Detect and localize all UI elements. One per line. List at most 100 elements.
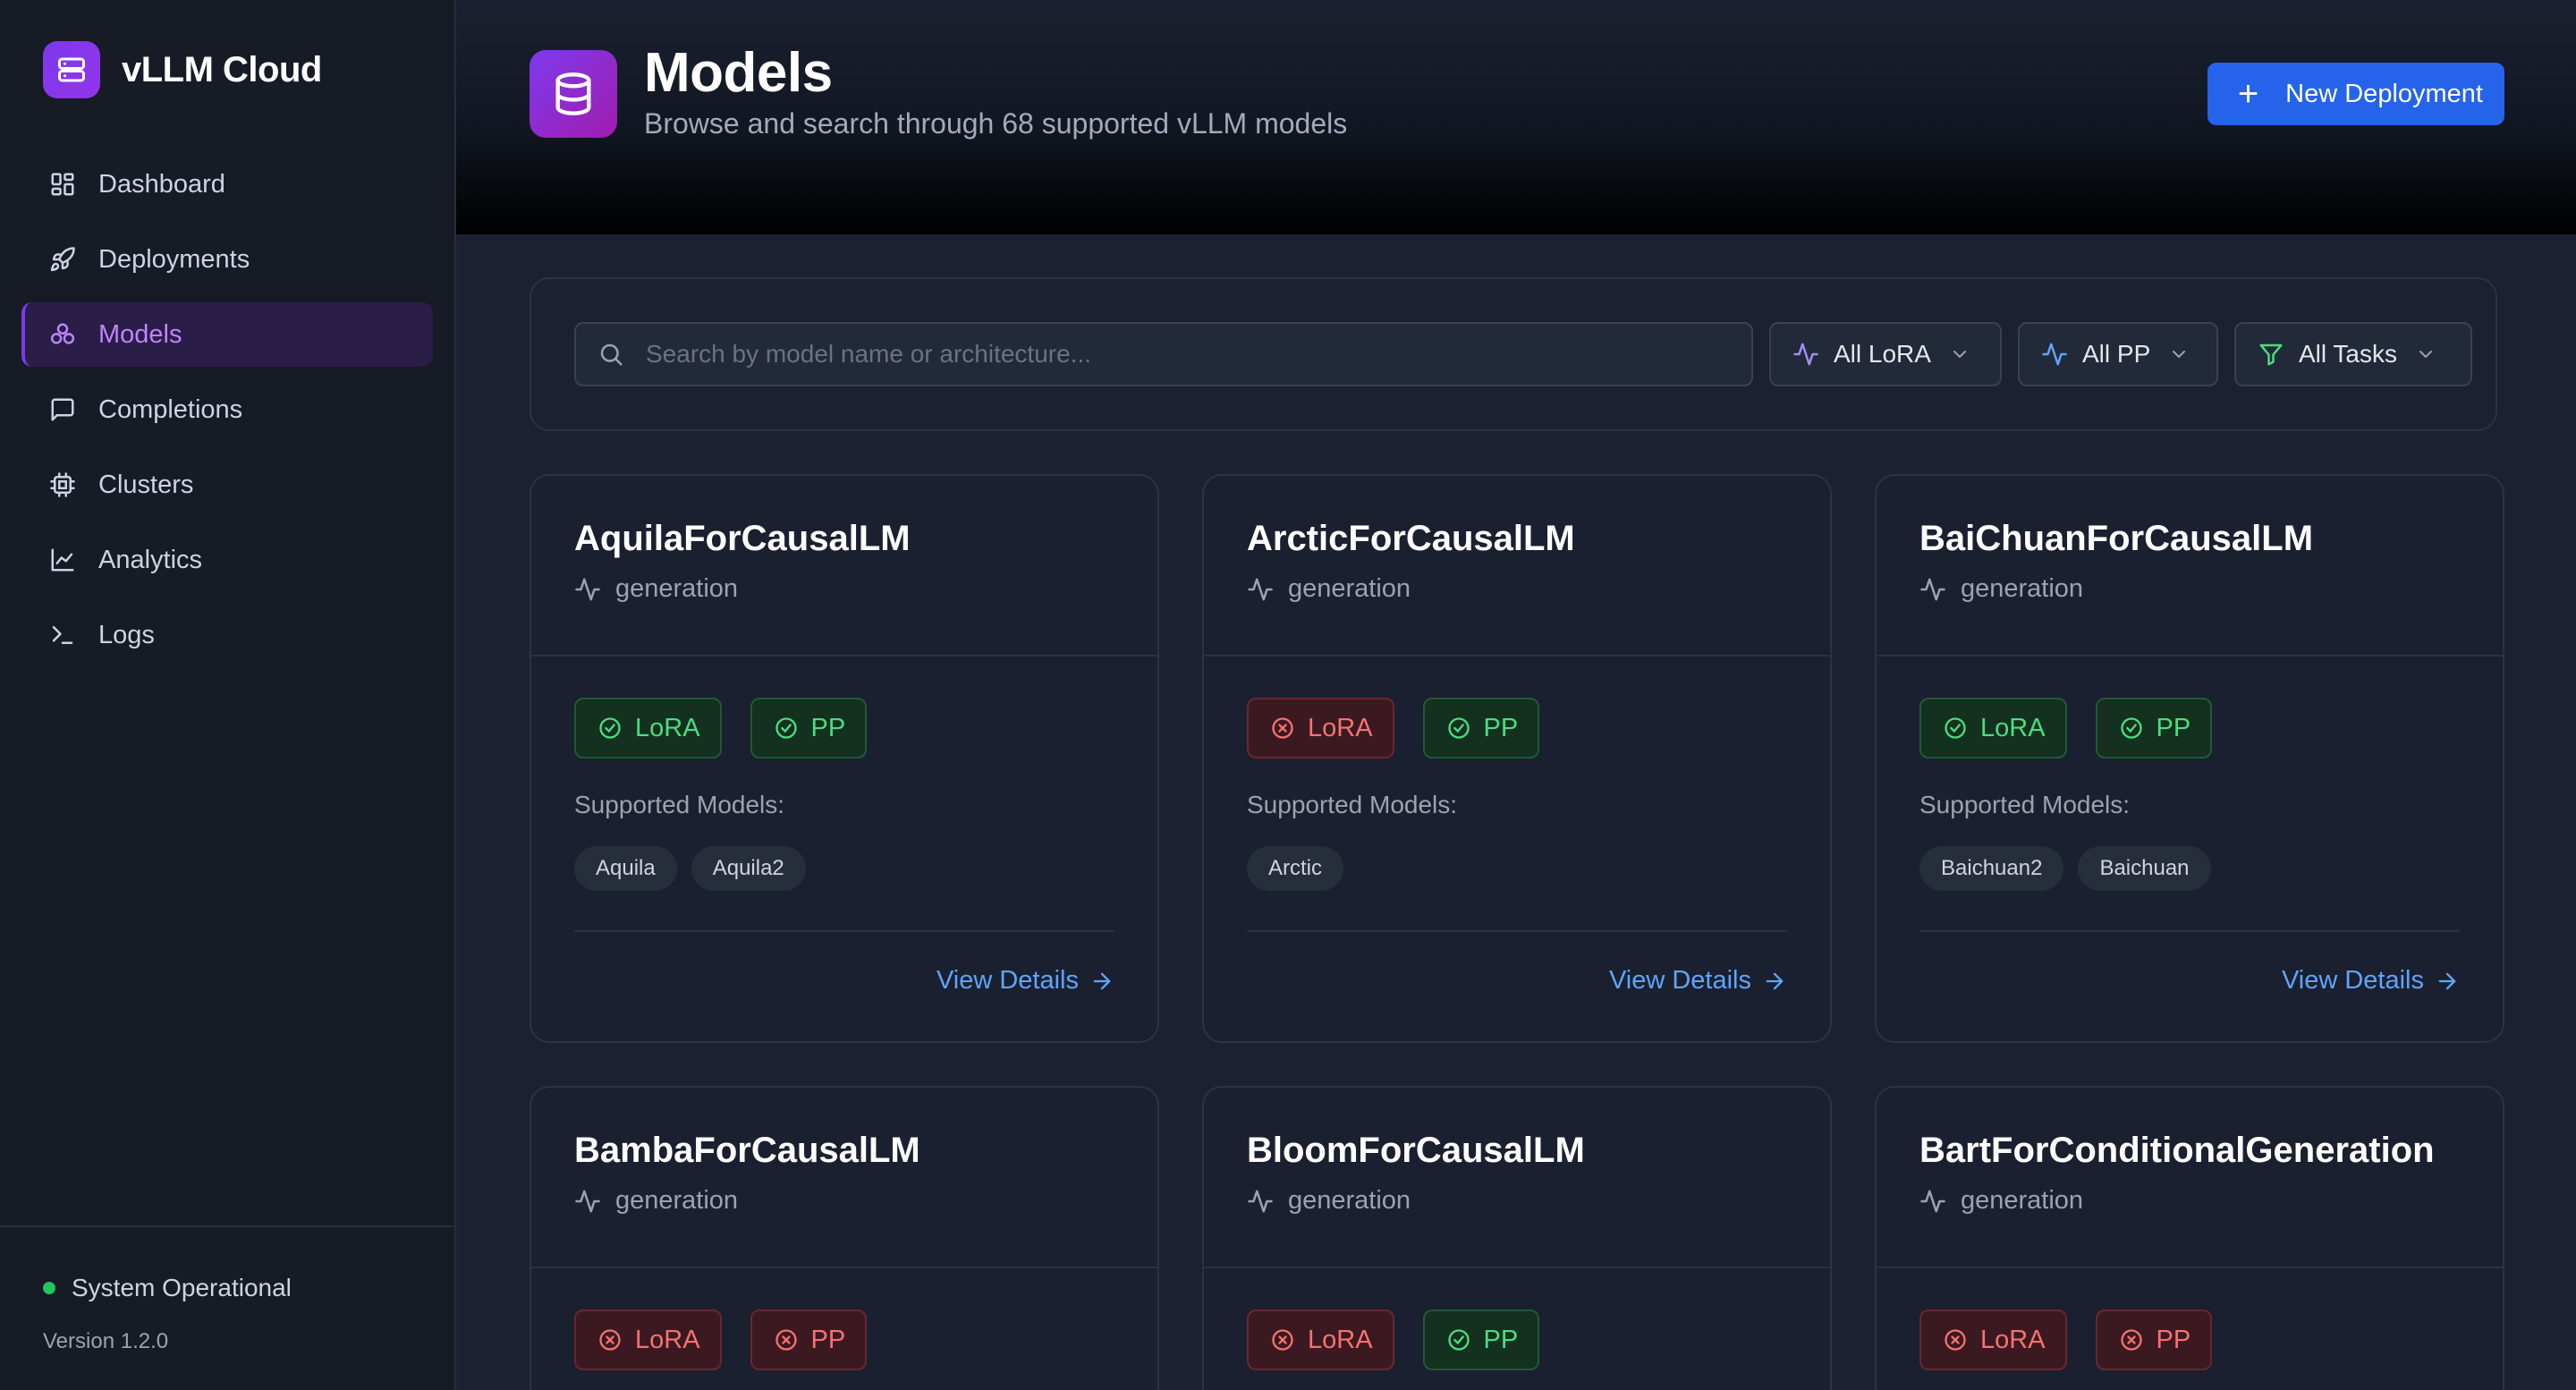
plus-icon: + [2237,74,2259,114]
badge-label: PP [2156,713,2191,742]
sidebar-item-label: Dashboard [98,169,225,199]
view-details-label: View Details [1608,966,1751,995]
activity-icon [1792,341,1819,368]
pp-unsupported-badge: PP [2095,1309,2213,1370]
lora-filter-value: All LoRA [1834,340,1931,368]
card-header: BloomForCausalLM generation [1204,1088,1830,1268]
model-task: generation [1919,1186,2083,1216]
capability-badges: LoRA PP [1247,1309,1568,1370]
search-icon [597,341,624,368]
view-details-link[interactable]: View Details [1609,966,1787,996]
x-circle-icon [774,1327,799,1352]
dashboard-icon [47,168,79,200]
model-name: BaiChuanForCausalLM [1919,519,2314,558]
check-circle-icon [2119,716,2144,741]
lora-unsupported-badge: LoRA [574,1309,722,1370]
badge-label: LoRA [1980,1325,2046,1354]
page-subtitle: Browse and search through 68 supported v… [644,107,1348,140]
status-dot-icon [43,1282,55,1294]
badge-label: PP [810,1325,846,1354]
arrow-right-icon [1089,969,1114,994]
model-task: generation [574,1186,738,1216]
model-card: BambaForCausalLM generation LoRA PP [530,1086,1159,1390]
card-header: BartForConditionalGeneration generation [1877,1088,2503,1268]
supported-models-list: Arctic [1247,846,1358,891]
sidebar-item-completions[interactable]: Completions [21,377,433,442]
model-task-label: generation [615,574,739,603]
model-task-label: generation [1961,1186,2084,1215]
lora-filter-select[interactable]: All LoRA [1769,322,2002,386]
model-task-label: generation [1288,574,1411,603]
model-card: BartForConditionalGeneration generation … [1875,1086,2504,1390]
terminal-icon [47,619,79,651]
pp-supported-badge: PP [750,698,868,759]
model-card: BloomForCausalLM generation LoRA PP [1202,1086,1832,1390]
lora-supported-badge: LoRA [574,698,722,759]
status-text: System Operational [72,1274,292,1301]
pp-supported-badge: PP [1422,698,1540,759]
supported-models-label: Supported Models: [574,791,785,818]
page-header: Models Browse and search through 68 supp… [456,0,2576,234]
view-details-link[interactable]: View Details [936,966,1114,996]
badge-label: LoRA [1308,1325,1373,1354]
activity-icon [574,1188,601,1215]
database-icon [530,50,617,138]
sidebar-item-label: Models [98,319,182,349]
task-filter-select[interactable]: All Tasks [2234,322,2472,386]
check-circle-icon [774,716,799,741]
sidebar-item-label: Analytics [98,545,203,574]
sidebar-nav: Dashboard Deployments Models Completions [0,152,454,667]
sidebar-item-clusters[interactable]: Clusters [21,453,433,517]
model-chip: Baichuan2 [1919,846,2064,891]
sidebar-item-label: Completions [98,394,243,424]
sidebar-item-logs[interactable]: Logs [21,603,433,667]
model-card: BaiChuanForCausalLM generation LoRA PP S… [1875,474,2504,1043]
pp-supported-badge: PP [2095,698,2213,759]
sidebar-item-analytics[interactable]: Analytics [21,528,433,592]
new-deployment-label: New Deployment [2285,79,2483,108]
main-content: Models Browse and search through 68 supp… [456,0,2576,1390]
x-circle-icon [1270,1327,1295,1352]
x-circle-icon [1270,716,1295,741]
capability-badges: LoRA PP [574,698,895,759]
model-chip: Aquila [574,846,677,891]
capability-badges: LoRA PP [574,1309,895,1370]
check-circle-icon [1943,716,1968,741]
model-task: generation [1247,1186,1411,1216]
supported-models-label: Supported Models: [1919,791,2131,818]
lora-unsupported-badge: LoRA [1247,1309,1394,1370]
card-header: BambaForCausalLM generation [531,1088,1157,1268]
pp-supported-badge: PP [1422,1309,1540,1370]
chevron-down-icon [2415,343,2436,365]
activity-icon [1919,576,1946,603]
sidebar-item-models[interactable]: Models [21,302,433,367]
search-input[interactable] [644,339,1721,369]
task-filter-value: All Tasks [2299,340,2397,368]
pp-filter-select[interactable]: All PP [2018,322,2218,386]
capability-badges: LoRA PP [1919,1309,2241,1370]
chat-icon [47,394,79,426]
filter-panel: All LoRA All PP All Tasks [530,277,2497,431]
pp-unsupported-badge: PP [750,1309,868,1370]
badge-label: PP [2156,1325,2191,1354]
badge-label: LoRA [635,1325,700,1354]
arrow-right-icon [2435,969,2460,994]
view-details-link[interactable]: View Details [2282,966,2460,996]
app-root: vLLM Cloud Dashboard Deployments Models [0,0,2576,1390]
models-icon [47,318,79,351]
x-circle-icon [2119,1327,2144,1352]
badge-label: LoRA [1308,713,1373,742]
model-task: generation [1247,574,1411,604]
model-task-label: generation [615,1186,739,1215]
sidebar-item-label: Deployments [98,244,250,274]
x-circle-icon [597,1327,623,1352]
model-name: ArcticForCausalLM [1247,519,1575,558]
badge-label: LoRA [635,713,700,742]
new-deployment-button[interactable]: + New Deployment [2207,63,2504,125]
sidebar-item-dashboard[interactable]: Dashboard [21,152,433,216]
activity-icon [1247,576,1274,603]
system-status: System Operational [43,1274,454,1302]
page-title: Models [644,42,833,104]
badge-label: LoRA [1980,713,2046,742]
sidebar-item-deployments[interactable]: Deployments [21,227,433,292]
